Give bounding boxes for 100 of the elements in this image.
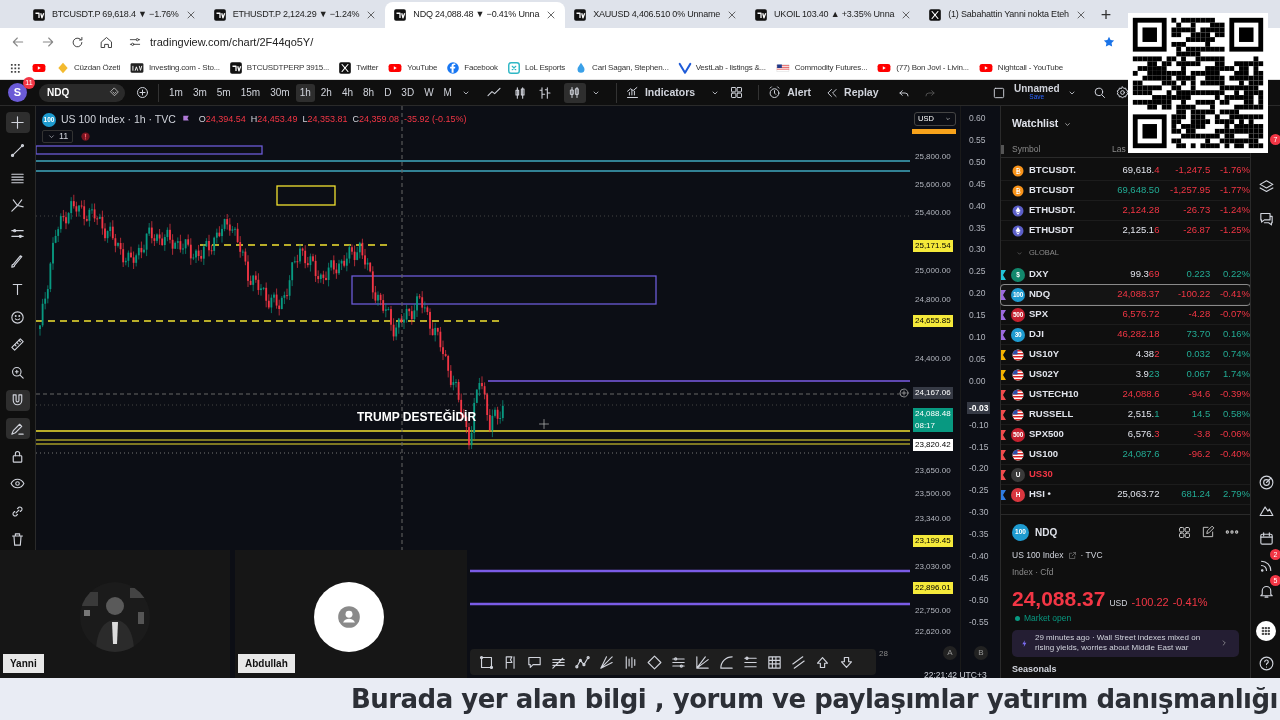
browser-tab[interactable]: XAUUSD 4,406.510 0% Unname: [565, 2, 747, 28]
interval-button[interactable]: 1m: [165, 83, 187, 102]
bookmark[interactable]: Carl Sagan, Stephen...: [574, 57, 669, 78]
help-icon[interactable]: [1257, 654, 1275, 672]
color-flag[interactable]: [1001, 370, 1006, 380]
watchlist-row[interactable]: USTECH10 24,088.6 -94.6 -0.39%: [1001, 385, 1250, 405]
trend-line-icon[interactable]: [9, 141, 26, 159]
browser-tab[interactable]: UKOIL 103.40 ▲ +3.35% Unna: [746, 2, 921, 28]
change-percent: -0.39%: [1218, 387, 1250, 402]
xabcd-pattern-icon[interactable]: [574, 653, 591, 671]
clock-label[interactable]: 22:21:42 UTC+3: [924, 669, 987, 682]
ruler-icon[interactable]: [9, 336, 26, 354]
alert-button[interactable]: Alert: [758, 84, 812, 101]
site-settings-icon: [128, 35, 142, 49]
new-tab-button[interactable]: +: [1100, 2, 1112, 28]
bookmark[interactable]: Cüzdan Özeti: [56, 57, 121, 78]
color-flag[interactable]: [1001, 390, 1006, 400]
browser-tab[interactable]: (1) Sabahattin Yanni nokta Eteh: [920, 2, 1095, 28]
axis-button[interactable]: B: [974, 646, 988, 660]
trash-icon[interactable]: [9, 531, 26, 549]
gann-fan-icon[interactable]: [694, 653, 711, 671]
crosshair-icon[interactable]: [9, 113, 26, 131]
ohlc-value: O24,394.54: [198, 113, 246, 127]
bookmark[interactable]: BTCUSDTPERP 3915...: [228, 57, 330, 78]
interval-button[interactable]: D: [380, 83, 396, 102]
interval-button[interactable]: 8h: [359, 83, 379, 102]
change-value: 0.067: [1185, 367, 1211, 382]
axis-button[interactable]: A: [943, 646, 957, 660]
color-flag[interactable]: [1001, 330, 1006, 340]
interval-button[interactable]: 5m: [212, 83, 235, 102]
user-avatar[interactable]: S: [8, 83, 27, 102]
calendar-icon[interactable]: [1257, 529, 1275, 547]
horizontal-line[interactable]: [470, 569, 910, 573]
symbol-search-field[interactable]: NDQ: [39, 83, 125, 102]
fan-icon[interactable]: [598, 653, 615, 671]
dashed-line[interactable]: [36, 320, 501, 322]
grid-icon[interactable]: [766, 653, 783, 671]
column-header[interactable]: Las: [1112, 143, 1126, 156]
pitchfork-icon[interactable]: [9, 197, 26, 215]
interval-button[interactable]: W: [420, 83, 438, 102]
indicators-button[interactable]: Indicators: [615, 82, 696, 103]
watchlist-title[interactable]: Watchlist: [1012, 116, 1059, 132]
flag-icon: [1012, 368, 1024, 381]
rectangle-icon[interactable]: [478, 653, 495, 671]
price-label: 23,650.00: [914, 465, 952, 478]
flag-icon: [1012, 348, 1024, 361]
bookmark[interactable]: (77) Bon Jovi - Livin...: [876, 57, 969, 78]
bookmark[interactable]: YouTube: [387, 57, 438, 78]
interval-button[interactable]: 1h: [295, 83, 315, 102]
arc-icon[interactable]: [718, 653, 735, 671]
bookmark[interactable]: VestLab - listings &...: [677, 57, 766, 78]
smiley-icon[interactable]: [9, 308, 26, 326]
browser-tab[interactable]: NDQ 24,088.48 ▼ −0.41% Unna: [385, 2, 566, 28]
watchlist-row[interactable]: RUSSELL 2,515.1 14.5 0.58%: [1001, 405, 1250, 425]
watchlist-row[interactable]: BTCUSDT. 69,618.4 -1,247.5 -1.76%: [1001, 161, 1250, 181]
replay-button[interactable]: Replay: [825, 84, 879, 101]
color-flag[interactable]: [1001, 350, 1006, 360]
zoom-icon[interactable]: [9, 364, 26, 382]
color-flag[interactable]: [1001, 310, 1006, 320]
last-price: 24,088.37: [1116, 287, 1160, 302]
color-flag[interactable]: [1001, 490, 1006, 500]
watchlist-row[interactable]: BTCUSDT 69,648.50 -1,257.95 -1.77%: [1001, 181, 1250, 201]
news-headline: 29 minutes ago · Wall Street indexes mixed on rising yields, worries about Middle East war: [1035, 633, 1202, 654]
watchlist-row[interactable]: US10Y 4.382 0.032 0.74%: [1001, 345, 1250, 365]
color-flag[interactable]: [1001, 270, 1006, 280]
browser-tab[interactable]: ETHUSDT.P 2,124.29 ▼ −1.24%: [204, 2, 386, 28]
color-flag[interactable]: [1001, 290, 1006, 300]
channel-icon[interactable]: [790, 653, 807, 671]
symbol-name: ETHUSDT: [1029, 223, 1075, 238]
color-flag[interactable]: [1001, 410, 1006, 420]
interval-button[interactable]: 2h: [316, 83, 336, 102]
watchlist-row[interactable]: ETHUSDT. 2,124.28 -26.73 -1.24%: [1001, 201, 1250, 221]
interval-button[interactable]: M: [439, 83, 456, 102]
bookmark[interactable]: Commodity Futures...: [774, 57, 868, 78]
chart-type-button[interactable]: [563, 82, 586, 103]
apps-button[interactable]: [1256, 621, 1276, 641]
interval-button[interactable]: 15m: [236, 83, 265, 102]
bookmark[interactable]: LoL Esports: [506, 57, 566, 78]
horizontal-line[interactable]: [470, 602, 910, 606]
watchlist-row[interactable]: ETHUSDT 2,125.16 -26.87 -1.25%: [1001, 221, 1250, 241]
browser-tab[interactable]: BTCUSDT.P 69,618.4 ▼ −1.76%: [24, 2, 205, 28]
color-flag[interactable]: [1001, 450, 1006, 460]
interval-button[interactable]: 30m: [266, 83, 294, 102]
target-icon[interactable]: [1257, 473, 1275, 491]
watchlist-row[interactable]: US02Y 3.923 0.067 1.74%: [1001, 365, 1250, 385]
layers-icon[interactable]: [1257, 177, 1275, 195]
color-flag[interactable]: [1001, 470, 1006, 480]
bookmark[interactable]: Facebook: [446, 57, 498, 78]
percent-label: 0.45: [968, 177, 987, 190]
bookmark[interactable]: Nightcall - YouTube: [977, 57, 1064, 78]
bookmark[interactable]: Twitter: [338, 57, 379, 78]
color-flag[interactable]: [1001, 430, 1006, 440]
interval-button[interactable]: 4h: [337, 83, 357, 102]
interval-button[interactable]: 3D: [397, 83, 419, 102]
interval-button[interactable]: 3m: [188, 83, 211, 102]
indicators-collapse-button[interactable]: 11: [42, 130, 74, 143]
bookmark[interactable]: Investing.com - Sto...: [129, 57, 220, 78]
column-header[interactable]: Symbol: [1012, 143, 1098, 156]
news-card[interactable]: 29 minutes ago · Wall Street indexes mixed on rising yields, worries about Middle East war: [1012, 629, 1239, 657]
watchlist-row[interactable]: US100 24,087.6 -96.2 -0.40%: [1001, 445, 1250, 465]
